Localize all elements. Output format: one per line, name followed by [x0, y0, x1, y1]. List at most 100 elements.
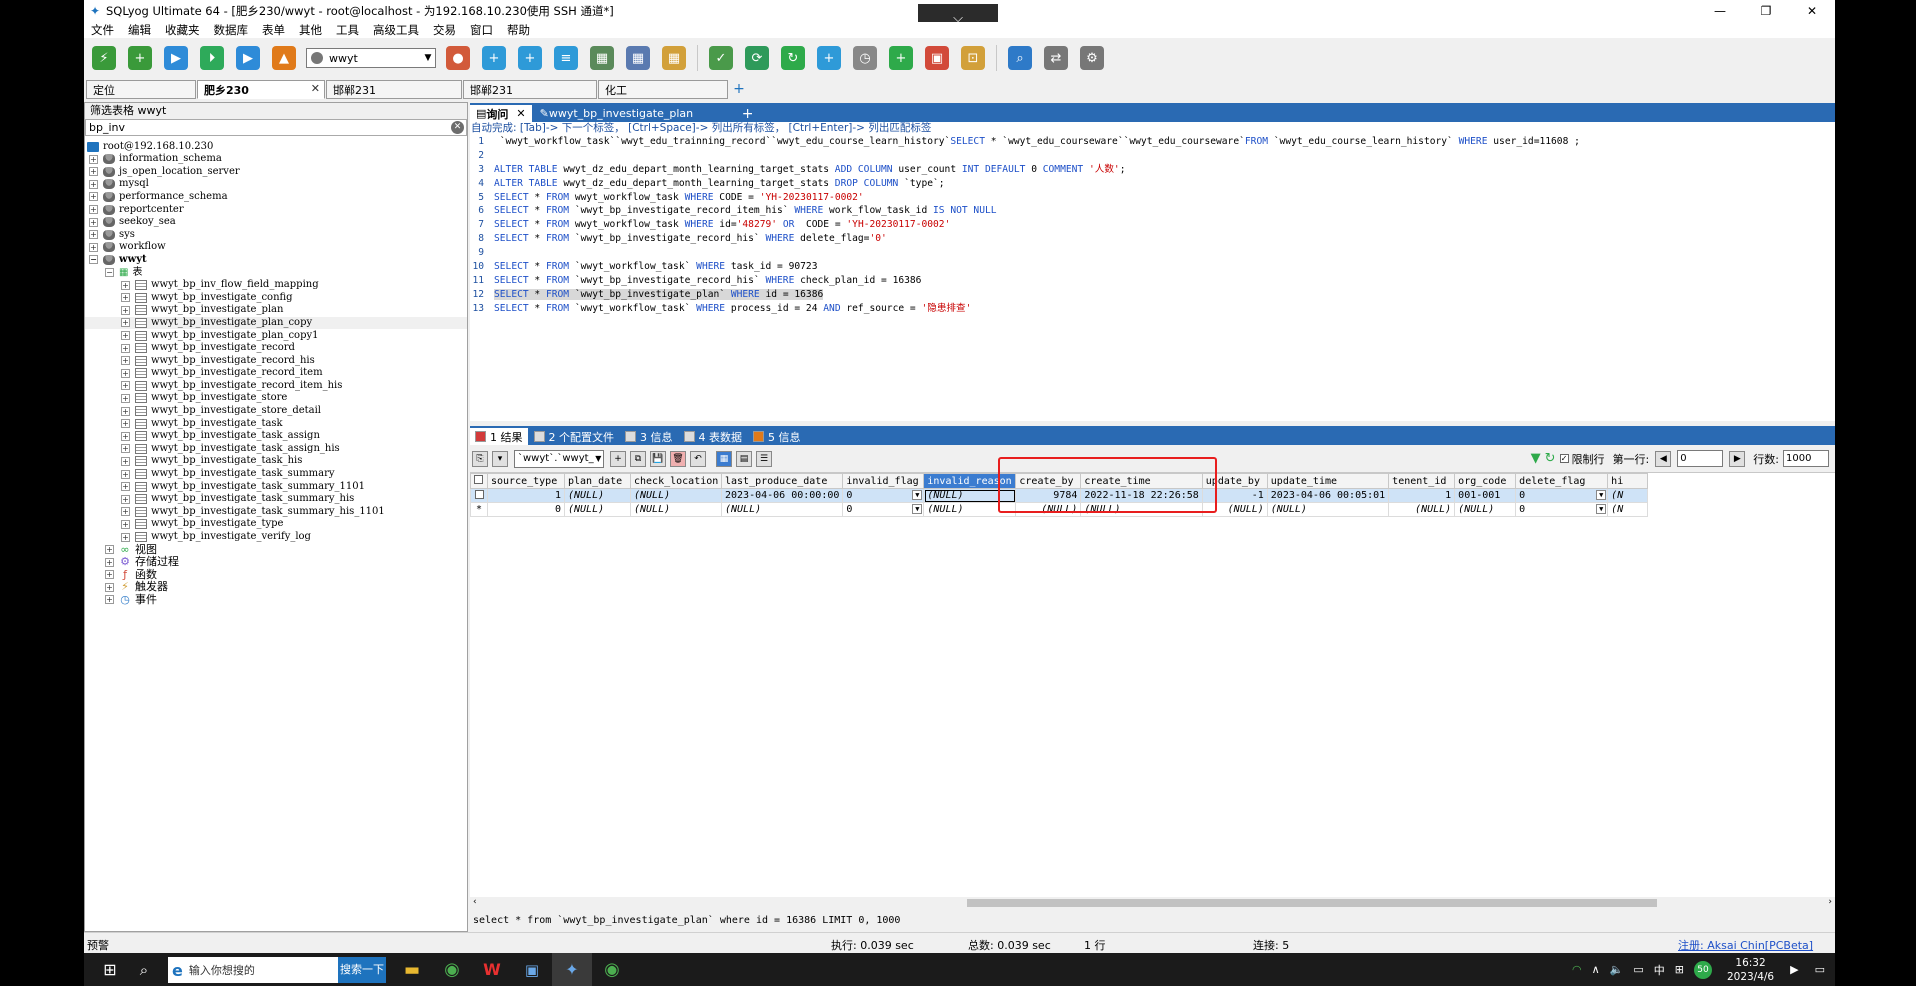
save-changes-icon[interactable]: 💾 [650, 451, 666, 467]
result-format-icon[interactable]: ▾ [492, 451, 508, 467]
table-node[interactable]: + wwyt_bp_investigate_plan_copy1 [85, 330, 467, 342]
table-cell[interactable]: (NULL) [923, 502, 1017, 517]
query-builder-icon[interactable]: + [889, 46, 913, 70]
execute-query-icon[interactable]: ▶ [164, 46, 188, 70]
db-settings-icon[interactable]: ⚙ [1080, 46, 1104, 70]
form-view-icon[interactable]: ▤ [736, 451, 752, 467]
file-explorer-icon[interactable]: ▬ [392, 953, 432, 986]
copy-db-icon[interactable]: + [817, 46, 841, 70]
table-node[interactable]: + wwyt_bp_investigate_record_item_his [85, 380, 467, 392]
table-node[interactable]: + wwyt_bp_investigate_task_summary_his [85, 493, 467, 505]
table-node[interactable]: + wwyt_bp_investigate_task_assign_his [85, 443, 467, 455]
expand-icon[interactable]: + [121, 356, 130, 366]
table-cell[interactable]: (NULL) [1454, 502, 1517, 517]
table-cell[interactable]: (NULL) [564, 488, 631, 503]
result-tab[interactable]: 2 个配置文件 [529, 428, 620, 445]
table-cell[interactable]: (NULL) [630, 488, 722, 503]
first-row-input[interactable]: 0 [1677, 450, 1724, 467]
query-tab[interactable]: ▤ 询问 ✕ [470, 105, 532, 122]
database-node[interactable]: + js_open_location_server [85, 166, 467, 178]
scroll-thumb[interactable] [967, 899, 1657, 907]
column-header[interactable]: update_by [1201, 473, 1268, 489]
new-query-icon[interactable]: + [128, 46, 152, 70]
result-tab[interactable]: 3 信息 [620, 428, 678, 445]
windows-start-icon[interactable]: ⊞ [94, 953, 126, 986]
table-cell[interactable]: (NULL) [1080, 502, 1203, 517]
expand-icon[interactable]: + [121, 343, 130, 353]
table-cell[interactable]: 001-001 [1454, 488, 1517, 503]
table-cell[interactable]: 1 [1388, 488, 1456, 503]
table-row[interactable]: 1 (NULL) (NULL) 2023-04-06 00:00:00 0 ▼ (NULL)… [470, 488, 1649, 503]
schema-sync-icon[interactable]: ▲ [272, 46, 296, 70]
taskbar-clock[interactable]: 16:32 2023/4/6 [1727, 956, 1774, 984]
row-checkbox[interactable] [474, 489, 484, 499]
new-connection-icon[interactable]: ⚡ [92, 46, 116, 70]
table-cell[interactable]: (NULL) [564, 502, 631, 517]
menu-item[interactable]: 窗口 [463, 22, 500, 38]
duplicate-row-icon[interactable]: ⧉ [630, 451, 646, 467]
close-tab-icon[interactable]: ✕ [516, 107, 525, 120]
database-selector[interactable]: wwyt ▼ [306, 48, 436, 68]
schema-designer-icon[interactable]: ▣ [925, 46, 949, 70]
folder-node[interactable]: + ƒ 函数 [85, 568, 467, 581]
database-node[interactable]: + sys [85, 229, 467, 241]
connection-tab[interactable]: 定位 [86, 80, 196, 99]
result-tab[interactable]: 1 结果 [470, 428, 528, 445]
database-node[interactable]: + information_schema [85, 153, 467, 165]
db-search-icon[interactable]: ⌕ [1008, 46, 1032, 70]
result-tab[interactable]: 4 表数据 [679, 428, 748, 445]
add-row-icon[interactable]: + [610, 451, 626, 467]
expand-icon[interactable]: + [89, 192, 98, 202]
chrome-icon-2[interactable]: ◉ [592, 953, 632, 986]
new-query-tab-icon[interactable]: + [736, 106, 760, 122]
expand-icon[interactable]: + [89, 230, 98, 240]
result-table-select[interactable]: `wwyt`.`wwyt_ ▼ [514, 450, 604, 468]
table-node[interactable]: + wwyt_bp_investigate_store_detail [85, 405, 467, 417]
expand-icon[interactable]: + [121, 368, 130, 378]
execute-all-icon[interactable]: ⏵ [200, 46, 224, 70]
menu-item[interactable]: 高级工具 [366, 22, 426, 38]
table-cell[interactable]: (N [1607, 488, 1649, 503]
rows-input[interactable]: 1000 [1783, 450, 1829, 467]
keyboard-icon[interactable]: ⊞ [1675, 963, 1684, 976]
expand-icon[interactable]: + [89, 242, 98, 252]
restore-button[interactable]: ❐ [1743, 0, 1789, 22]
row-selector[interactable] [470, 488, 488, 503]
expand-icon[interactable]: + [121, 444, 130, 454]
network-icon[interactable]: ▭ [1633, 963, 1643, 976]
connection-tab[interactable]: 邯郸231 [463, 80, 597, 99]
grid-view-icon[interactable]: ▦ [716, 451, 732, 467]
expand-icon[interactable]: + [89, 179, 98, 189]
column-header[interactable]: invalid_flag [842, 473, 925, 489]
scroll-left-icon[interactable]: ‹ [473, 897, 477, 907]
table-cell[interactable]: (NULL) [1266, 502, 1390, 517]
row-selector[interactable]: * [470, 502, 488, 517]
refresh-icon[interactable]: ↻ [781, 46, 805, 70]
expand-icon[interactable]: + [121, 494, 130, 504]
table-node[interactable]: + wwyt_bp_investigate_task_summary_his_11… [85, 506, 467, 518]
expand-icon[interactable]: + [105, 595, 114, 605]
table-report-icon[interactable]: ▦ [662, 46, 686, 70]
expand-icon[interactable]: + [121, 519, 130, 529]
menu-item[interactable]: 工具 [329, 22, 366, 38]
database-node[interactable]: + workflow [85, 241, 467, 253]
database-node[interactable]: + reportcenter [85, 204, 467, 216]
connection-tab[interactable]: 肥乡230 ✕ [197, 80, 325, 99]
menu-item[interactable]: 收藏夹 [158, 22, 207, 38]
cell-dropdown-icon[interactable]: ▼ [1596, 490, 1607, 500]
clear-filter-icon[interactable]: ✕ [451, 121, 464, 134]
table-cell[interactable]: 0 [487, 502, 565, 517]
result-export-icon[interactable]: ⎘ [472, 451, 488, 467]
connection-tab[interactable]: 邯郸231 [326, 80, 462, 99]
table-node[interactable]: + wwyt_bp_investigate_store [85, 392, 467, 404]
create-db-icon[interactable]: + [482, 46, 506, 70]
app-window-icon[interactable]: ▣ [512, 953, 552, 986]
column-header[interactable]: create_by [1015, 473, 1082, 489]
current-database-node[interactable]: − wwyt [85, 254, 467, 266]
expand-icon[interactable]: + [121, 305, 130, 315]
expand-icon[interactable]: + [121, 532, 130, 542]
prev-page-button[interactable]: ◀ [1655, 450, 1672, 467]
db-compare-icon[interactable]: ⇄ [1044, 46, 1068, 70]
table-cell[interactable]: (NULL) [630, 502, 722, 517]
table-cell[interactable]: 2022-11-18 22:26:58 [1080, 488, 1203, 503]
